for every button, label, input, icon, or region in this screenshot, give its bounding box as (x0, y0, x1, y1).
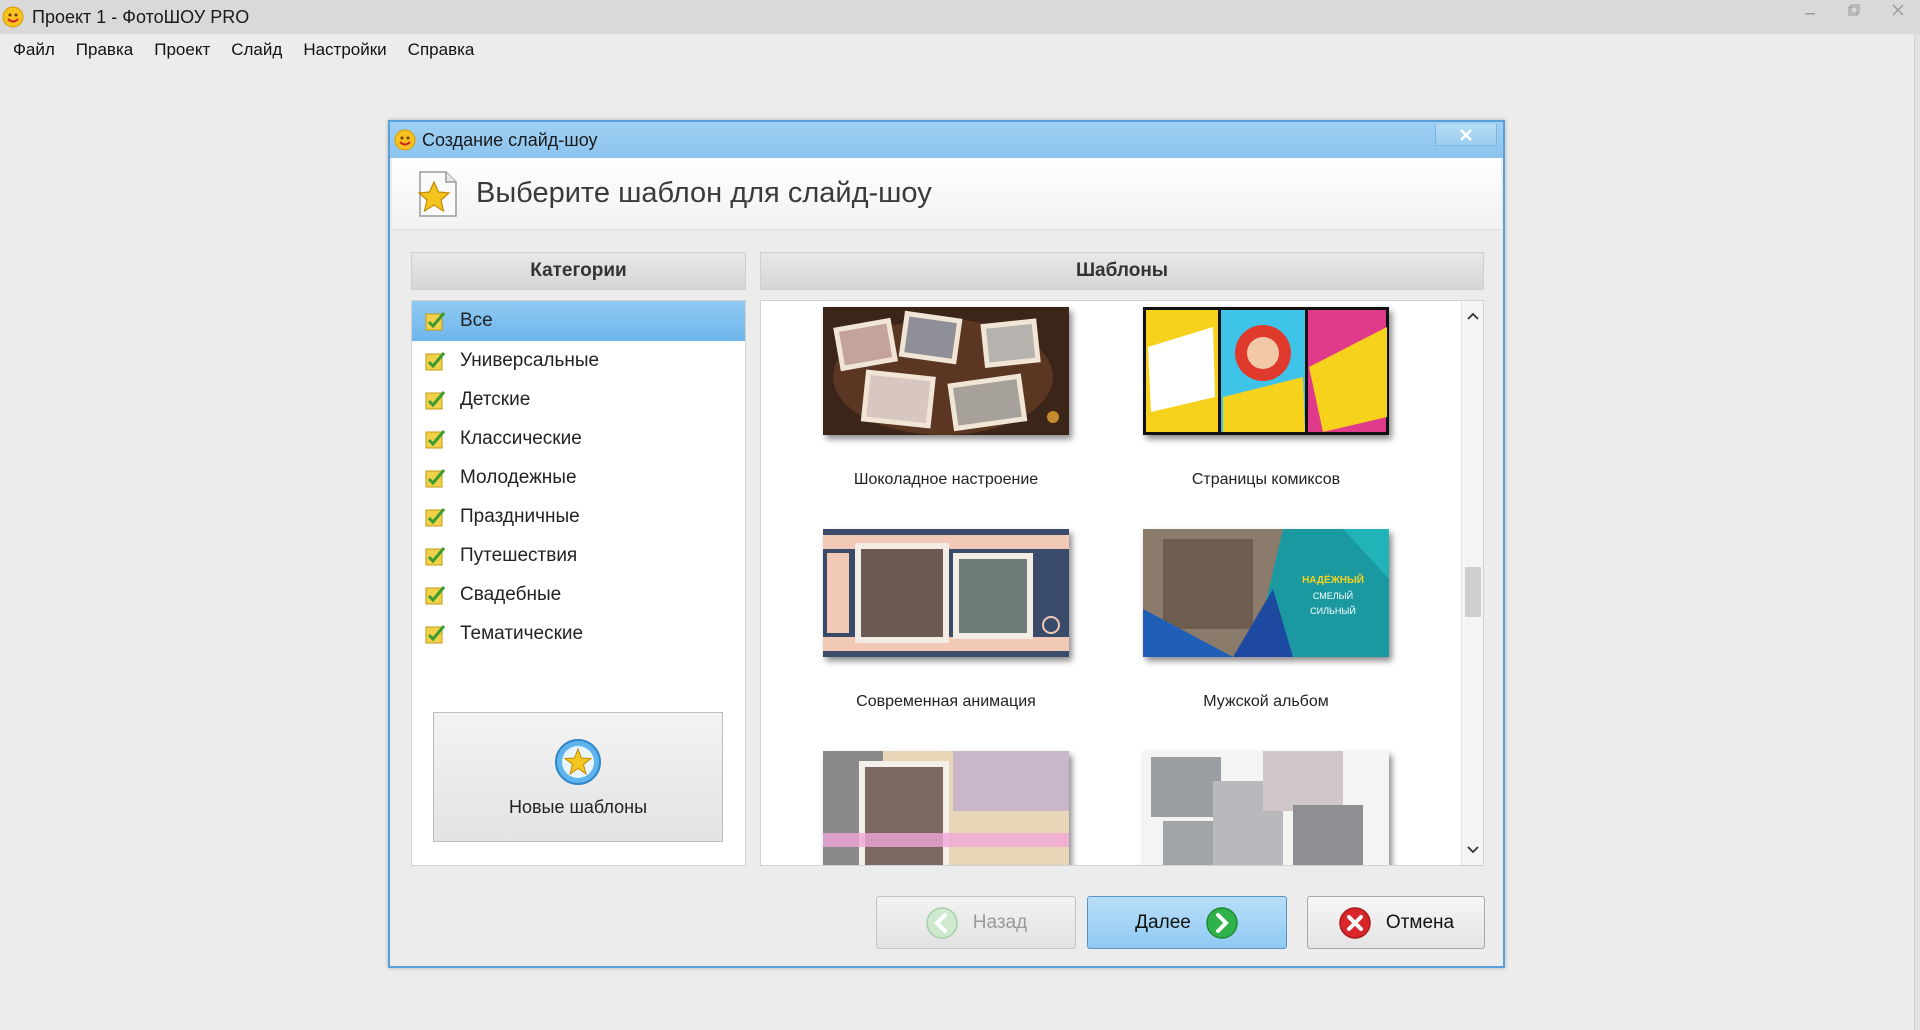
app-logo-icon (394, 129, 416, 151)
globe-star-icon (555, 738, 601, 785)
category-checkbox-icon (425, 390, 446, 409)
dialog-title: Создание слайд-шоу (422, 129, 598, 150)
template-card-5[interactable] (823, 751, 1069, 865)
templates-grid: Шоколадное настроение Страницы комиксов (760, 300, 1484, 866)
thumb-text-brave: СМЕЛЫЙ (1313, 590, 1353, 601)
window-controls (1788, 0, 1920, 24)
template-label: Шоколадное настроение (853, 471, 1039, 488)
menu-bar: Файл Правка Проект Слайд Настройки Справ… (0, 34, 486, 66)
category-label: Универсальные (460, 349, 600, 371)
create-slideshow-dialog: Создание слайд-шоу Выберите шаблон для с… (388, 120, 1505, 968)
category-item-classic[interactable]: Классические (412, 419, 745, 458)
window-edge-scrollbar (1914, 34, 1920, 1030)
category-label: Детские (460, 388, 531, 410)
template-label: Современная анимация (856, 693, 1036, 710)
category-item-all[interactable]: Все (412, 301, 745, 341)
template-card-modern-animation[interactable]: Современная анимация (823, 529, 1069, 710)
dialog-heading: Выберите шаблон для слайд-шоу (476, 177, 932, 209)
templates-scrollbar[interactable] (1461, 301, 1483, 865)
category-item-wedding[interactable]: Свадебные (412, 575, 745, 614)
category-label: Классические (460, 427, 582, 449)
cancel-button[interactable]: Отмена (1307, 896, 1485, 949)
category-label: Молодежные (460, 466, 577, 488)
next-button-label: Далее (1135, 911, 1191, 933)
menu-help[interactable]: Справка (399, 36, 484, 64)
new-templates-label: Новые шаблоны (508, 796, 648, 817)
category-label: Тематические (460, 622, 584, 644)
menu-project[interactable]: Проект (145, 36, 219, 64)
window-title: Проект 1 - ФотоШОУ PRO (32, 6, 250, 27)
category-checkbox-icon (425, 507, 446, 526)
template-thumbnail (1143, 751, 1389, 865)
back-button[interactable]: Назад (876, 896, 1076, 949)
cancel-button-label: Отмена (1385, 911, 1455, 933)
category-item-kids[interactable]: Детские (412, 380, 745, 419)
category-item-youth[interactable]: Молодежные (412, 458, 745, 497)
category-checkbox-icon (425, 468, 446, 487)
dialog-titlebar: Создание слайд-шоу (390, 122, 1503, 158)
menu-edit[interactable]: Правка (67, 36, 142, 64)
document-star-icon (417, 170, 457, 217)
category-checkbox-icon (425, 312, 446, 331)
arrow-left-icon (926, 906, 958, 939)
category-item-holiday[interactable]: Праздничные (412, 497, 745, 536)
template-thumbnail: НАДЁЖНЫЙ СМЕЛЫЙ СИЛЬНЫЙ (1143, 529, 1389, 657)
restore-icon[interactable] (1832, 0, 1876, 20)
category-checkbox-icon (425, 351, 446, 370)
arrow-right-icon (1206, 906, 1238, 939)
category-item-travel[interactable]: Путешествия (412, 536, 745, 575)
category-item-universal[interactable]: Универсальные (412, 341, 745, 380)
category-label: Все (460, 310, 493, 331)
template-card-mens-album[interactable]: НАДЁЖНЫЙ СМЕЛЫЙ СИЛЬНЫЙ Мужской альбом (1143, 529, 1389, 710)
template-label: Мужской альбом (1203, 693, 1329, 710)
thumb-text-reliable: НАДЁЖНЫЙ (1302, 573, 1364, 586)
category-checkbox-icon (425, 585, 446, 604)
menu-settings[interactable]: Настройки (294, 36, 395, 64)
template-thumbnail (823, 307, 1069, 435)
chevron-down-icon[interactable] (1462, 839, 1483, 861)
template-card-comics[interactable]: Страницы комиксов (1143, 307, 1389, 488)
scrollbar-thumb[interactable] (1465, 567, 1481, 617)
new-templates-button[interactable]: Новые шаблоны (433, 712, 723, 842)
template-thumbnail (823, 529, 1069, 657)
app-logo-icon (2, 6, 24, 28)
category-label: Путешествия (460, 544, 578, 566)
next-button[interactable]: Далее (1087, 896, 1287, 949)
menu-slide[interactable]: Слайд (222, 36, 291, 64)
dialog-header: Выберите шаблон для слайд-шоу (392, 158, 1501, 230)
template-thumbnail (823, 751, 1069, 865)
category-checkbox-icon (425, 546, 446, 565)
template-card-chocolate[interactable]: Шоколадное настроение (823, 307, 1069, 488)
template-label: Страницы комиксов (1191, 471, 1341, 488)
back-button-label: Назад (972, 911, 1028, 933)
category-checkbox-icon (425, 624, 446, 643)
category-label: Свадебные (460, 583, 562, 605)
close-icon (1460, 128, 1472, 141)
close-icon[interactable] (1876, 0, 1920, 20)
cancel-x-icon (1339, 906, 1371, 939)
dialog-close-button[interactable] (1435, 124, 1497, 146)
category-label: Праздничные (460, 505, 580, 527)
menu-file[interactable]: Файл (4, 36, 64, 64)
thumb-text-strong: СИЛЬНЫЙ (1310, 605, 1356, 616)
templates-heading: Шаблоны (760, 252, 1484, 290)
template-card-6[interactable] (1143, 751, 1389, 865)
chevron-up-icon[interactable] (1462, 305, 1483, 327)
template-thumbnail (1143, 307, 1389, 435)
category-item-thematic[interactable]: Тематические (412, 614, 745, 653)
categories-heading: Категории (411, 252, 746, 290)
minimize-icon[interactable] (1788, 0, 1832, 20)
app-titlebar: Проект 1 - ФотоШОУ PRO (0, 0, 1920, 34)
category-checkbox-icon (425, 429, 446, 448)
